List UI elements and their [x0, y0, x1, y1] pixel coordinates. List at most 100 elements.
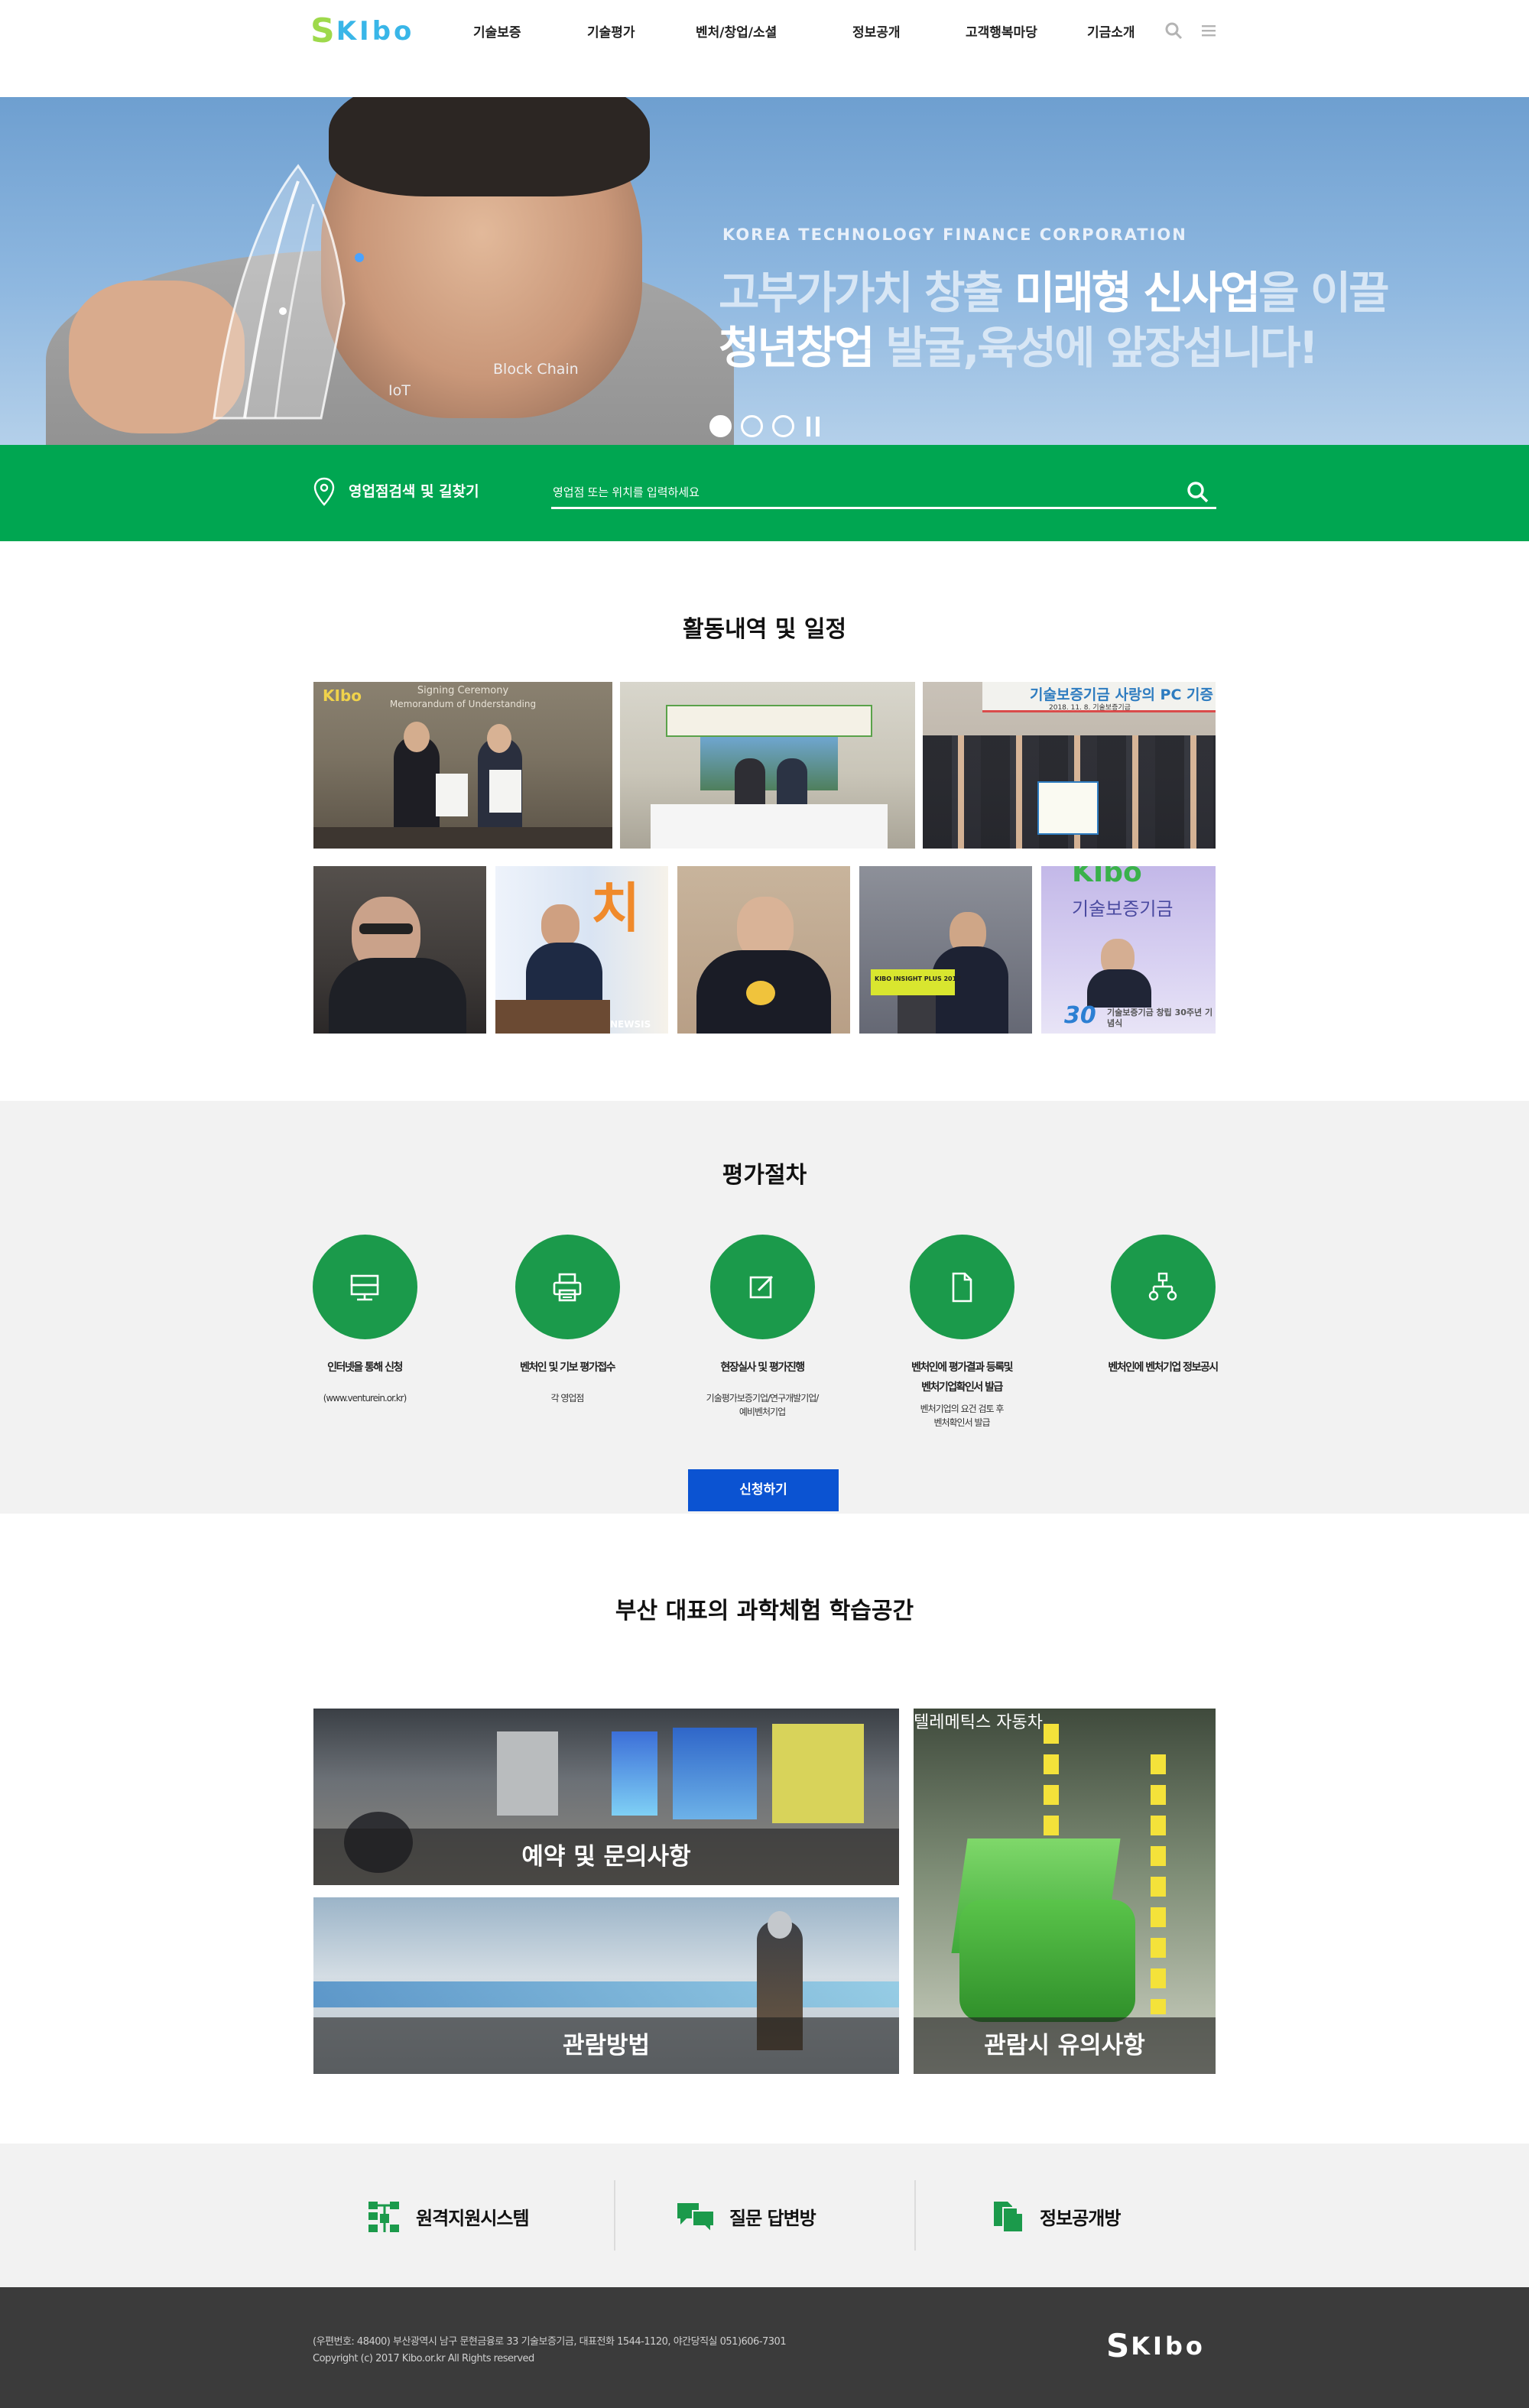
step-3-desc: 기술평가보증기업/연구개발기업/ 예비벤처기업	[706, 1393, 820, 1417]
activity-photo-anniversary[interactable]: KIbo 기술보증기금 30 기술보증기금 창립 30주년 기념식	[1041, 866, 1216, 1034]
search-submit-icon[interactable]	[1184, 479, 1212, 506]
document-icon	[909, 1235, 1014, 1339]
quick-link-qna-label: 질문 답변방	[729, 2207, 816, 2229]
procedure-title: 평가절차	[722, 1162, 807, 1189]
step-1-desc: (www.venturein.or.kr)	[323, 1393, 407, 1404]
menu-icon[interactable]	[1199, 20, 1220, 41]
nav-venture[interactable]: 벤처/창업/소셜	[696, 21, 777, 41]
photo-insight-text: KIBO INSIGHT PLUS 2017	[875, 975, 961, 982]
hero-title: 고부가가치 창출 미래형 신사업을 이끌 청년창업 발굴,육성에 앞장섭니다!	[719, 265, 1390, 375]
documents-icon	[994, 2202, 1024, 2233]
photo-anniv-caption: 기술보증기금 창립 30주년 기념식	[1107, 1008, 1213, 1028]
activity-photo-hearing[interactable]	[313, 866, 486, 1034]
car-sign: 텔레메틱스 자동차	[914, 1713, 1043, 1732]
activity-photo-insight[interactable]: KIBO INSIGHT PLUS 2017	[859, 866, 1032, 1034]
edit-icon	[709, 1235, 815, 1339]
photo-anniv-banner: 기술보증기금	[1072, 898, 1174, 920]
photo-newsis-mark: NEWSIS	[610, 1019, 651, 1030]
step-3: 현장실사 및 평가진행 기술평가보증기업/연구개발기업/ 예비벤처기업	[663, 1235, 862, 1419]
photo-anniv-logo: KIbo	[1072, 866, 1142, 888]
chat-icon	[677, 2203, 715, 2234]
science-title: 부산 대표의 과학체험 학습공간	[615, 1598, 914, 1624]
activity-photo-agreement[interactable]	[620, 682, 915, 849]
science-card-howto[interactable]: 관람방법	[313, 1897, 899, 2074]
hero-subtitle: KOREA TECHNOLOGY FINANCE CORPORATION	[722, 226, 1187, 244]
footer-address: (우편번호: 48400) 부산광역시 남구 문현금융로 33 기술보증기금, …	[313, 2336, 787, 2348]
photo-pc-date: 2018. 11. 8. 기술보증기금	[1049, 704, 1131, 712]
site-header: S KIbo 기술보증 기술평가 벤처/창업/소셜 정보공개 고객행복마당 기금…	[0, 0, 1529, 97]
science-card-reservation[interactable]: 예약 및 문의사항	[313, 1709, 899, 1885]
remote-support-icon	[368, 2202, 399, 2232]
hero-line2-b: 발굴,육성에 앞장섭니다!	[872, 322, 1319, 374]
slider-dot-1[interactable]	[709, 415, 732, 437]
step-3-title: 현장실사 및 평가진행	[720, 1361, 805, 1374]
printer-icon	[515, 1235, 620, 1339]
blockchain-tag: Block Chain	[493, 361, 579, 378]
quick-link-info-label: 정보공개방	[1040, 2207, 1121, 2229]
activity-photo-ceremony[interactable]	[677, 866, 850, 1034]
quick-divider-2	[914, 2180, 916, 2251]
photo-pc-banner: 기술보증기금 사랑의 PC 기증	[1030, 686, 1213, 703]
hero-banner[interactable]: Block Chain IoT KOREA TECHNOLOGY FINANCE…	[0, 97, 1529, 445]
quick-divider-1	[614, 2180, 615, 2251]
hierarchy-icon	[1110, 1235, 1216, 1339]
branch-search-field	[551, 475, 1216, 509]
iot-tag: IoT	[388, 382, 411, 399]
science-card-notice-label: 관람시 유의사항	[914, 2017, 1216, 2074]
step-2: 벤처인 및 기보 평가접수 각 영업점	[468, 1235, 667, 1405]
hero-line1-a: 고부가가치 창출	[719, 267, 1014, 319]
hero-line2-em: 청년창업	[719, 322, 875, 374]
activities-title: 활동내역 및 일정	[682, 616, 847, 643]
hero-line1-b: 을 이끌	[1258, 267, 1389, 319]
quick-link-info[interactable]: 정보공개방	[991, 2193, 1121, 2239]
activity-photo-pc-donation[interactable]: 기술보증기금 사랑의 PC 기증 2018. 11. 8. 기술보증기금	[923, 682, 1216, 849]
slider-dot-3[interactable]	[772, 415, 794, 437]
activity-photo-speech[interactable]: 치 NEWSIS	[495, 866, 668, 1034]
slider-controls	[709, 415, 822, 437]
step-1-title: 인터넷을 통해 신청	[327, 1361, 403, 1374]
photo-signing-text: Signing Ceremony	[417, 685, 509, 696]
photo-anniv-30: 30	[1064, 1002, 1096, 1029]
science-card-reservation-label: 예약 및 문의사항	[313, 1829, 899, 1885]
nav-about[interactable]: 기금소개	[1087, 21, 1135, 41]
nav-customer[interactable]: 고객행복마당	[966, 21, 1037, 41]
footer-logo[interactable]: S KIbo	[1106, 2330, 1206, 2362]
science-card-notice[interactable]: 텔레메틱스 자동차 관람시 유의사항	[914, 1709, 1216, 2074]
footer-logo-text: KIbo	[1131, 2332, 1206, 2361]
site-footer: (우편번호: 48400) 부산광역시 남구 문현금융로 33 기술보증기금, …	[0, 2287, 1529, 2408]
apply-button[interactable]: 신청하기	[688, 1469, 839, 1511]
footer-info: (우편번호: 48400) 부산광역시 남구 문현금융로 33 기술보증기금, …	[313, 2334, 787, 2367]
step-4-title: 벤처인에 평가결과 등록및 벤처기업확인서 발급	[911, 1361, 1013, 1394]
quick-links: 원격지원시스템 질문 답변방 정보공개방	[0, 2144, 1529, 2287]
server-icon	[312, 1235, 417, 1339]
quick-link-qna[interactable]: 질문 답변방	[676, 2193, 816, 2239]
nav-info-disclosure[interactable]: 정보공개	[852, 21, 901, 41]
hero-line1-em: 미래형 신사업	[1014, 267, 1261, 319]
branch-search-label: 영업점검색 및 길찾기	[349, 483, 479, 500]
branch-search-bar: 영업점검색 및 길찾기	[0, 445, 1529, 541]
step-5-title: 벤처인에 벤처기업 정보공시	[1108, 1361, 1219, 1374]
footer-copyright: Copyright (c) 2017 Kibo.or.kr All Rights…	[313, 2353, 534, 2364]
photo-mou-text: Memorandum of Understanding	[389, 699, 537, 709]
pause-icon[interactable]	[803, 416, 822, 436]
page: S KIbo 기술보증 기술평가 벤처/창업/소셜 정보공개 고객행복마당 기금…	[0, 0, 1529, 2408]
step-1: 인터넷을 통해 신청 (www.venturein.or.kr)	[265, 1235, 464, 1405]
step-4-desc: 벤처기업의 요건 검토 후 벤처확인서 발급	[920, 1404, 1005, 1428]
step-2-title: 벤처인 및 기보 평가접수	[520, 1361, 615, 1374]
footer-logo-mark: S	[1106, 2327, 1130, 2364]
search-icon[interactable]	[1163, 20, 1184, 41]
science-card-howto-label: 관람방법	[313, 2017, 899, 2074]
step-2-desc: 각 영업점	[550, 1393, 585, 1404]
location-pin-icon	[313, 477, 335, 506]
nav-tech-evaluation[interactable]: 기술평가	[587, 21, 635, 41]
step-5: 벤처인에 벤처기업 정보공시	[1063, 1235, 1262, 1378]
slider-dot-2[interactable]	[741, 415, 763, 437]
step-4: 벤처인에 평가결과 등록및 벤처기업확인서 발급 벤처기업의 요건 검토 후 벤…	[862, 1235, 1061, 1430]
quick-link-remote-label: 원격지원시스템	[416, 2207, 530, 2229]
hologram-graphic	[213, 164, 364, 420]
nav-tech-guarantee[interactable]: 기술보증	[473, 21, 521, 41]
quick-link-remote[interactable]: 원격지원시스템	[367, 2193, 530, 2239]
activity-photo-mou[interactable]: KIbo Signing Ceremony Memorandum of Unde…	[313, 682, 612, 849]
main-nav: 기술보증 기술평가 벤처/창업/소셜 정보공개 고객행복마당 기금소개	[0, 21, 1529, 44]
branch-search-input[interactable]	[553, 482, 1164, 503]
